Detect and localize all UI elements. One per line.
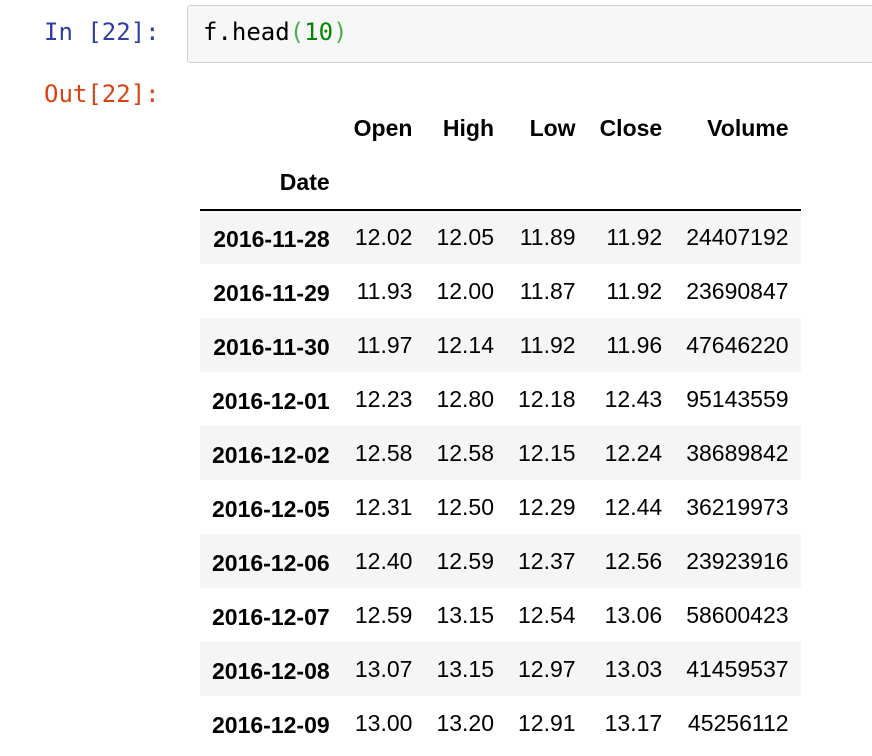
code-input-area[interactable]: f.head(10) bbox=[187, 5, 872, 63]
table-cell: 95143559 bbox=[686, 385, 789, 412]
table-cell: 12.37 bbox=[518, 547, 576, 574]
table-cell: 11.96 bbox=[606, 331, 663, 358]
table-cell: 12.58 bbox=[354, 439, 413, 466]
table-cell: 12.59 bbox=[354, 601, 413, 628]
table-cell: 12.24 bbox=[604, 439, 663, 466]
table-cell: 36219973 bbox=[686, 493, 789, 520]
table-body: 2016-11-28 12.02 12.05 11.89 11.92 24407192 20… bbox=[200, 210, 801, 750]
row-index-date: 2016-11-29 bbox=[213, 279, 330, 306]
row-index-date: 2016-12-01 bbox=[212, 387, 330, 414]
table-cell: 11.89 bbox=[519, 224, 576, 250]
table-cell: 12.40 bbox=[354, 547, 413, 574]
table-cell: 41459537 bbox=[686, 655, 789, 682]
table-cell: 11.93 bbox=[356, 277, 413, 304]
code-dot: . bbox=[217, 18, 232, 46]
table-cell: 12.23 bbox=[354, 385, 413, 412]
table-cell: 11.87 bbox=[519, 277, 576, 304]
table-cell: 12.59 bbox=[436, 547, 494, 574]
index-header-blank bbox=[200, 101, 342, 155]
code-open-paren: ( bbox=[289, 18, 305, 46]
table-cell: 13.17 bbox=[604, 709, 663, 736]
table-cell: 12.02 bbox=[354, 224, 413, 250]
table-cell: 13.07 bbox=[354, 655, 413, 682]
code-close-paren: ) bbox=[333, 18, 348, 46]
table-cell: 13.20 bbox=[436, 709, 494, 736]
table-cell: 12.44 bbox=[604, 493, 663, 520]
row-index-date: 2016-11-28 bbox=[213, 226, 330, 252]
table-cell: 58600423 bbox=[686, 601, 789, 628]
table-cell: 13.03 bbox=[604, 655, 663, 682]
table-cell: 13.06 bbox=[604, 601, 663, 628]
table-cell: 13.15 bbox=[436, 655, 494, 682]
table-cell: 23923916 bbox=[686, 547, 789, 574]
table-cell: 12.31 bbox=[354, 493, 413, 520]
table-cell: 12.58 bbox=[436, 439, 494, 466]
table-cell: 12.97 bbox=[518, 655, 576, 682]
row-index-date: 2016-12-02 bbox=[212, 441, 330, 468]
column-header: Volume bbox=[707, 114, 789, 141]
table-cell: 13.15 bbox=[436, 601, 494, 628]
table-cell: 12.15 bbox=[518, 439, 576, 466]
table-row: 2016-11-29 11.93 12.00 11.87 11.92 23690847 bbox=[200, 264, 801, 318]
table-cell: 47646220 bbox=[686, 331, 789, 358]
table-row: 2016-12-06 12.40 12.59 12.37 12.56 23923916 bbox=[200, 534, 801, 588]
input-prompt: In [22]: bbox=[44, 18, 160, 46]
index-name: Date bbox=[200, 155, 342, 211]
table-cell: 11.92 bbox=[606, 224, 663, 250]
table-cell: 12.18 bbox=[518, 385, 576, 412]
column-header-row: Open High Low Close Volume bbox=[200, 101, 801, 155]
row-index-date: 2016-11-30 bbox=[213, 333, 330, 360]
table-cell: 12.54 bbox=[518, 601, 576, 628]
row-index-date: 2016-12-06 bbox=[212, 549, 330, 576]
table-cell: 12.14 bbox=[436, 331, 494, 358]
row-index-date: 2016-12-09 bbox=[212, 711, 330, 738]
table-row: 2016-11-30 11.97 12.14 11.92 11.96 47646220 bbox=[200, 318, 801, 372]
table-cell: 45256112 bbox=[687, 709, 789, 736]
table-cell: 12.43 bbox=[604, 385, 663, 412]
table-cell: 12.50 bbox=[436, 493, 494, 520]
code-object: f bbox=[203, 18, 218, 46]
table-cell: 12.80 bbox=[436, 385, 494, 412]
table-cell: 23690847 bbox=[686, 277, 789, 304]
table-row: 2016-12-05 12.31 12.50 12.29 12.44 36219973 bbox=[200, 480, 801, 534]
table-row: 2016-12-08 13.07 13.15 12.97 13.03 41459537 bbox=[200, 642, 801, 696]
notebook-cell: In [22]: f.head(10) Out[22]: Open High L… bbox=[0, 0, 872, 756]
table-cell: 24407192 bbox=[686, 224, 789, 250]
index-name-row: Date bbox=[200, 155, 801, 211]
table-row: 2016-12-07 12.59 13.15 12.54 13.06 58600423 bbox=[200, 588, 801, 642]
column-header: Low bbox=[529, 114, 576, 141]
row-index-date: 2016-12-07 bbox=[212, 603, 330, 630]
table-cell: 13.00 bbox=[354, 709, 413, 736]
column-header: Close bbox=[599, 114, 663, 141]
table-row: 2016-11-28 12.02 12.05 11.89 11.92 24407192 bbox=[200, 210, 801, 264]
table-cell: 12.00 bbox=[436, 277, 494, 304]
code-method: head bbox=[231, 18, 290, 46]
table-cell: 12.29 bbox=[518, 493, 576, 520]
code-argument: 10 bbox=[304, 18, 334, 46]
code-line[interactable]: f.head(10) bbox=[203, 18, 348, 46]
table-cell: 12.56 bbox=[604, 547, 663, 574]
column-header: High bbox=[442, 114, 494, 141]
table-row: 2016-12-09 13.00 13.20 12.91 13.17 45256112 bbox=[200, 696, 801, 750]
column-header: Open bbox=[353, 114, 413, 141]
table-cell: 12.91 bbox=[518, 709, 576, 736]
output-prompt: Out[22]: bbox=[44, 80, 160, 108]
table-cell: 38689842 bbox=[686, 439, 789, 466]
table-row: 2016-12-01 12.23 12.80 12.18 12.43 95143559 bbox=[200, 372, 801, 426]
table-cell: 11.97 bbox=[356, 331, 413, 358]
row-index-date: 2016-12-05 bbox=[212, 495, 330, 522]
table-cell: 12.05 bbox=[436, 224, 494, 250]
table-cell: 11.92 bbox=[606, 277, 663, 304]
table-cell: 11.92 bbox=[519, 331, 576, 358]
dataframe-table: Open High Low Close Volume Date 2016-11-… bbox=[200, 101, 801, 750]
table-row: 2016-12-02 12.58 12.58 12.15 12.24 38689842 bbox=[200, 426, 801, 480]
row-index-date: 2016-12-08 bbox=[212, 657, 330, 684]
